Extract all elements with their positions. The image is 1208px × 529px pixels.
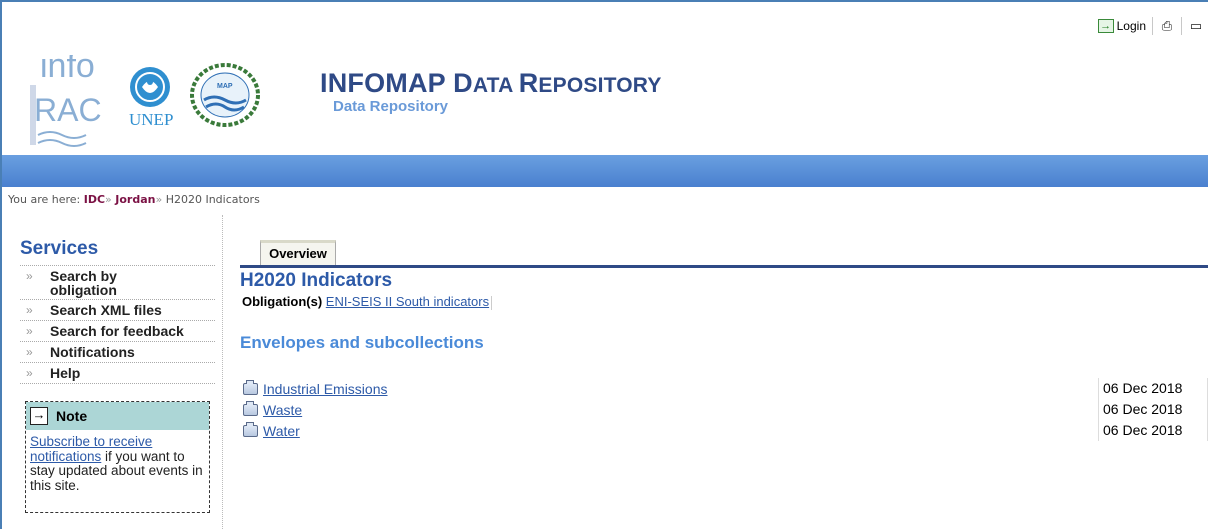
- login-label: Login: [1116, 19, 1146, 33]
- site-title-part: EPOSITORY: [538, 74, 662, 97]
- breadcrumb-current: H2020 Indicators: [165, 193, 260, 206]
- folder-icon: [243, 379, 258, 395]
- breadcrumb-separator: »: [155, 193, 163, 206]
- note-body: Subscribe to receive notifications if yo…: [26, 430, 209, 498]
- breadcrumb-separator: »: [105, 193, 112, 206]
- obligation-line: Obligation(s) ENI-SEIS II South indicato…: [242, 294, 493, 310]
- sidebar-arrow-icon: »: [26, 269, 33, 283]
- sidebar-item-label: Search by obligation: [50, 268, 117, 298]
- unep-logo: UNEP: [129, 67, 173, 129]
- toolbar-divider: [1181, 17, 1182, 35]
- sidebar-item-notifications[interactable]: » Notifications: [20, 342, 215, 363]
- toolbar-divider: [1152, 17, 1153, 35]
- site-title-part: INFO: [320, 68, 386, 98]
- inforac-logo-text-info: info: [40, 55, 95, 85]
- list-item: Water 06 Dec 2018: [243, 420, 1208, 441]
- sidebar-arrow-icon: »: [26, 345, 33, 359]
- site-title-part: D: [453, 68, 473, 98]
- list-item: Industrial Emissions 06 Dec 2018: [243, 378, 1208, 399]
- site-title-part: ATA: [472, 74, 519, 97]
- sidebar-item-search-xml-files[interactable]: » Search XML files: [20, 300, 215, 321]
- sidebar-arrow-icon: »: [26, 366, 33, 380]
- section-title: Envelopes and subcollections: [240, 333, 484, 352]
- sidebar-item-label: Help: [50, 365, 81, 381]
- sidebar-item-label: Notifications: [50, 344, 135, 360]
- envelope-date: 06 Dec 2018: [1098, 378, 1182, 399]
- site-subtitle: Data Repository: [333, 98, 449, 115]
- window-left-border: [0, 0, 2, 529]
- top-toolbar: → Login ⎙ ▭: [1097, 14, 1208, 38]
- logos-graphic: info RAC UNEP MAP: [30, 47, 260, 147]
- inforac-logo: info RAC: [30, 47, 102, 147]
- sidebar-divider: [222, 215, 223, 529]
- sidebar-item-label: Search for feedback: [50, 323, 184, 339]
- breadcrumb: You are here: IDC» Jordan» H2020 Indicat…: [8, 193, 260, 206]
- envelope-link[interactable]: Water: [263, 423, 300, 439]
- map-logo-text: MAP: [217, 83, 233, 90]
- list-item: Waste 06 Dec 2018: [243, 399, 1208, 420]
- site-title-part: R: [518, 68, 539, 98]
- sidebar-arrow-icon: »: [26, 324, 33, 338]
- site-title-part: MAP: [385, 68, 454, 98]
- window-top-border: [0, 0, 1208, 2]
- sidebar-item-search-for-feedback[interactable]: » Search for feedback: [20, 321, 215, 342]
- envelope-list: Industrial Emissions 06 Dec 2018 Waste 0…: [243, 378, 1208, 441]
- obligation-label: Obligation(s): [242, 294, 323, 309]
- print-icon[interactable]: ⎙: [1159, 18, 1175, 34]
- obligation-link[interactable]: ENI-SEIS II South indicators: [326, 294, 489, 309]
- obligation-divider: [491, 295, 493, 310]
- sidebar-arrow-icon: »: [26, 303, 33, 317]
- map-logo: MAP: [190, 63, 260, 127]
- folder-icon: [243, 421, 258, 437]
- folder-icon: [243, 400, 258, 416]
- window-icon[interactable]: ▭: [1188, 18, 1204, 34]
- login-icon: →: [1097, 19, 1114, 33]
- breadcrumb-link-jordan[interactable]: Jordan: [115, 193, 155, 206]
- unep-logo-text: UNEP: [129, 110, 173, 129]
- sidebar-item-label: Search XML files: [50, 302, 162, 318]
- site-title: INFOMAP DATA REPOSITORY: [320, 68, 662, 99]
- note-header: → Note: [26, 402, 209, 430]
- tab-underline: [240, 265, 1208, 268]
- site-logos: info RAC UNEP MAP: [30, 47, 280, 155]
- note-box: → Note Subscribe to receive notification…: [25, 401, 210, 513]
- breadcrumb-link-idc[interactable]: IDC: [84, 193, 105, 206]
- tab-overview[interactable]: Overview: [260, 240, 336, 267]
- header-band: [2, 155, 1208, 187]
- sidebar-item-help[interactable]: » Help: [20, 363, 215, 384]
- note-title: Note: [56, 408, 88, 424]
- breadcrumb-prefix: You are here:: [8, 193, 84, 206]
- arrow-right-icon: →: [30, 407, 48, 425]
- envelope-date: 06 Dec 2018: [1098, 420, 1182, 441]
- envelope-link[interactable]: Industrial Emissions: [263, 381, 388, 397]
- envelope-date: 06 Dec 2018: [1098, 399, 1182, 420]
- services-title: Services: [20, 238, 215, 266]
- login-link[interactable]: → Login: [1097, 19, 1146, 33]
- envelope-link[interactable]: Waste: [263, 402, 302, 418]
- sidebar: Services » Search by obligation » Search…: [20, 238, 215, 384]
- inforac-logo-text-rac: RAC: [34, 92, 102, 128]
- sidebar-item-search-by-obligation[interactable]: » Search by obligation: [20, 266, 215, 300]
- page-title: H2020 Indicators: [240, 270, 393, 291]
